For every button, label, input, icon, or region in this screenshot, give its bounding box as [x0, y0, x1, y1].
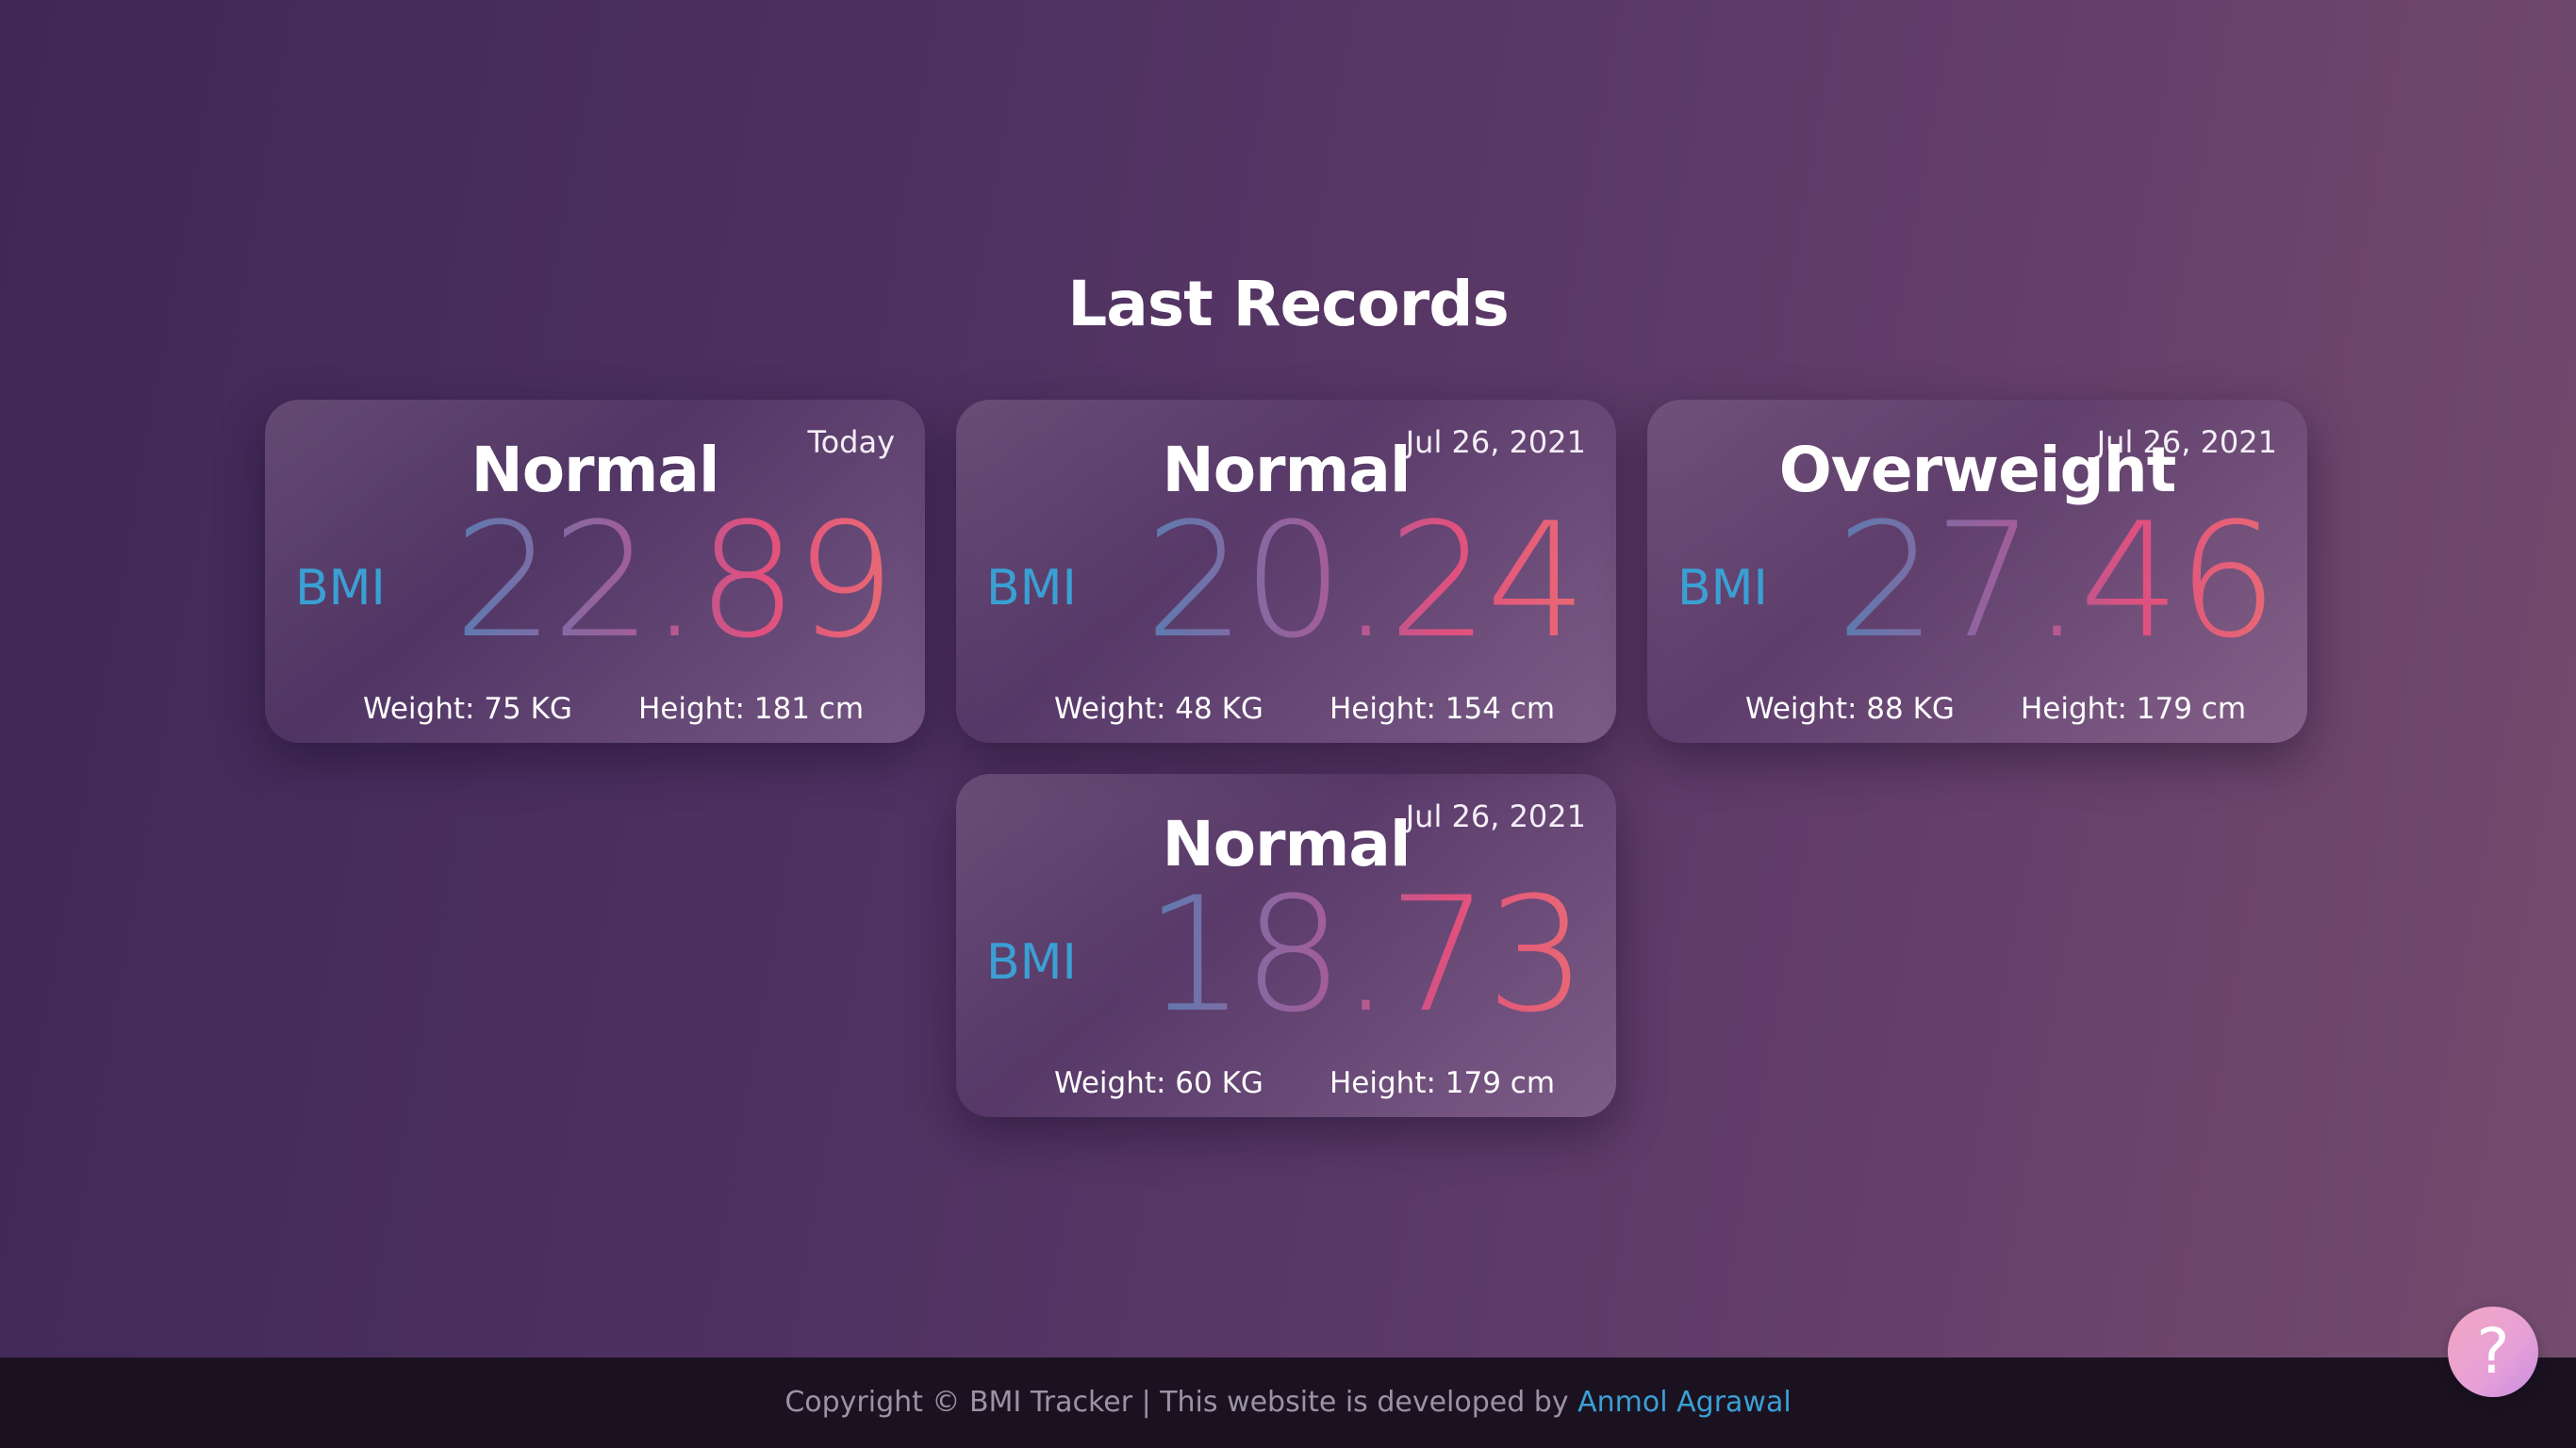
record-card: Jul 26, 2021 Normal BMI 18.73 Weight: 60…: [956, 774, 1616, 1117]
record-weight: Weight: 88 KG: [1745, 692, 1955, 726]
bmi-value: 22.89: [454, 488, 896, 673]
question-mark-icon: ?: [2476, 1315, 2510, 1388]
bmi-label: BMI: [986, 560, 1077, 617]
record-weight: Weight: 60 KG: [1054, 1066, 1263, 1100]
footer-copyright: Copyright © BMI Tracker | This website i…: [784, 1386, 1578, 1419]
bmi-label: BMI: [295, 560, 386, 617]
record-card: Jul 26, 2021 Overweight BMI 27.46 Weight…: [1647, 400, 2307, 743]
bmi-value: 27.46: [1836, 488, 2278, 673]
author-link[interactable]: Anmol Agrawal: [1577, 1386, 1792, 1419]
bmi-value: 20.24: [1145, 488, 1587, 673]
record-weight: Weight: 75 KG: [363, 692, 572, 726]
footer: Copyright © BMI Tracker | This website i…: [0, 1358, 2576, 1448]
bmi-label: BMI: [1677, 560, 1768, 617]
record-height: Height: 154 cm: [1329, 692, 1556, 726]
record-height: Height: 181 cm: [638, 692, 865, 726]
records-list: Today Normal BMI 22.89 Weight: 75 KG Hei…: [0, 0, 2576, 1358]
help-button[interactable]: ?: [2448, 1307, 2538, 1397]
record-card: Jul 26, 2021 Normal BMI 20.24 Weight: 48…: [956, 400, 1616, 743]
record-height: Height: 179 cm: [1329, 1066, 1556, 1100]
record-height: Height: 179 cm: [2021, 692, 2247, 726]
bmi-label: BMI: [986, 934, 1077, 991]
record-card: Today Normal BMI 22.89 Weight: 75 KG Hei…: [265, 400, 925, 743]
bmi-value: 18.73: [1145, 863, 1587, 1047]
record-weight: Weight: 48 KG: [1054, 692, 1263, 726]
